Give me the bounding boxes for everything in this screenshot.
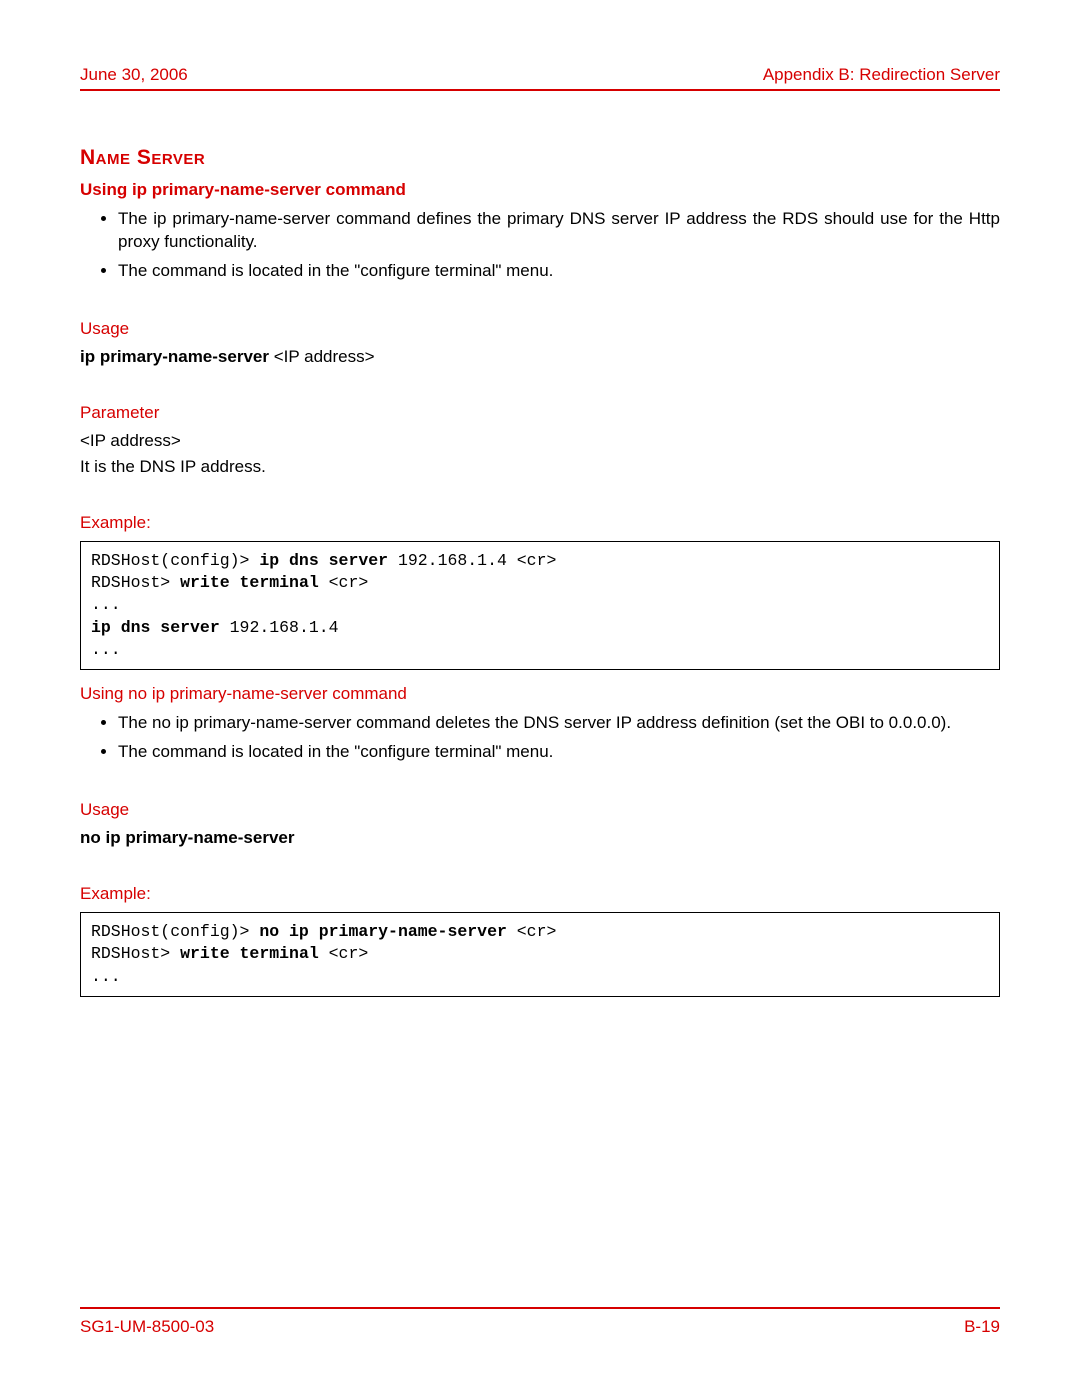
- code-bold: ip dns server: [259, 551, 388, 570]
- param-name: <IP address>: [80, 431, 1000, 451]
- code-example-1: RDSHost(config)> ip dns server 192.168.1…: [80, 541, 1000, 670]
- code-text: RDSHost(config)>: [91, 551, 259, 570]
- footer-pagenum: B-19: [964, 1317, 1000, 1337]
- usage-cmd-bold: ip primary-name-server: [80, 347, 269, 366]
- code-bold: write terminal: [180, 573, 319, 592]
- page-footer: SG1-UM-8500-03 B-19: [80, 1307, 1000, 1337]
- code-text: <cr>: [507, 922, 557, 941]
- code-text: <cr>: [319, 944, 369, 963]
- code-bold: write terminal: [180, 944, 319, 963]
- usage-line-2: no ip primary-name-server: [80, 828, 1000, 848]
- parameter-heading: Parameter: [80, 403, 1000, 423]
- parameter-block: <IP address> It is the DNS IP address.: [80, 431, 1000, 477]
- header-date: June 30, 2006: [80, 65, 188, 85]
- example-heading-2: Example:: [80, 884, 1000, 904]
- footer-docnum: SG1-UM-8500-03: [80, 1317, 214, 1337]
- code-bold: no ip primary-name-server: [259, 922, 507, 941]
- code-text: 192.168.1.4: [220, 618, 339, 637]
- code-text: 192.168.1.4 <cr>: [388, 551, 556, 570]
- code-bold: ip dns server: [91, 618, 220, 637]
- page-container: June 30, 2006 Appendix B: Redirection Se…: [0, 0, 1080, 1397]
- page-header: June 30, 2006 Appendix B: Redirection Se…: [80, 65, 1000, 91]
- bullet-list-2: The no ip primary-name-server command de…: [118, 712, 1000, 764]
- usage-cmd-rest: <IP address>: [269, 347, 375, 366]
- code-text: <cr>: [319, 573, 369, 592]
- list-item: The no ip primary-name-server command de…: [118, 712, 1000, 735]
- param-desc: It is the DNS IP address.: [80, 457, 1000, 477]
- subhead-using-ip: Using ip primary-name-server command: [80, 180, 1000, 200]
- list-item: The command is located in the "configure…: [118, 260, 1000, 283]
- bullet-list-1: The ip primary-name-server command defin…: [118, 208, 1000, 283]
- list-item: The ip primary-name-server command defin…: [118, 208, 1000, 254]
- code-text: ...: [91, 967, 121, 986]
- subhead-using-no-ip: Using no ip primary-name-server command: [80, 684, 1000, 704]
- example-heading-1: Example:: [80, 513, 1000, 533]
- usage-cmd-bold: no ip primary-name-server: [80, 828, 294, 847]
- code-text: ...: [91, 595, 121, 614]
- list-item: The command is located in the "configure…: [118, 741, 1000, 764]
- code-text: RDSHost(config)>: [91, 922, 259, 941]
- code-example-2: RDSHost(config)> no ip primary-name-serv…: [80, 912, 1000, 997]
- code-text: RDSHost>: [91, 573, 180, 592]
- section-title: Name Server: [80, 146, 1000, 170]
- header-appendix: Appendix B: Redirection Server: [763, 65, 1000, 85]
- usage-heading-2: Usage: [80, 800, 1000, 820]
- usage-line-1: ip primary-name-server <IP address>: [80, 347, 1000, 367]
- usage-heading-1: Usage: [80, 319, 1000, 339]
- code-text: ...: [91, 640, 121, 659]
- code-text: RDSHost>: [91, 944, 180, 963]
